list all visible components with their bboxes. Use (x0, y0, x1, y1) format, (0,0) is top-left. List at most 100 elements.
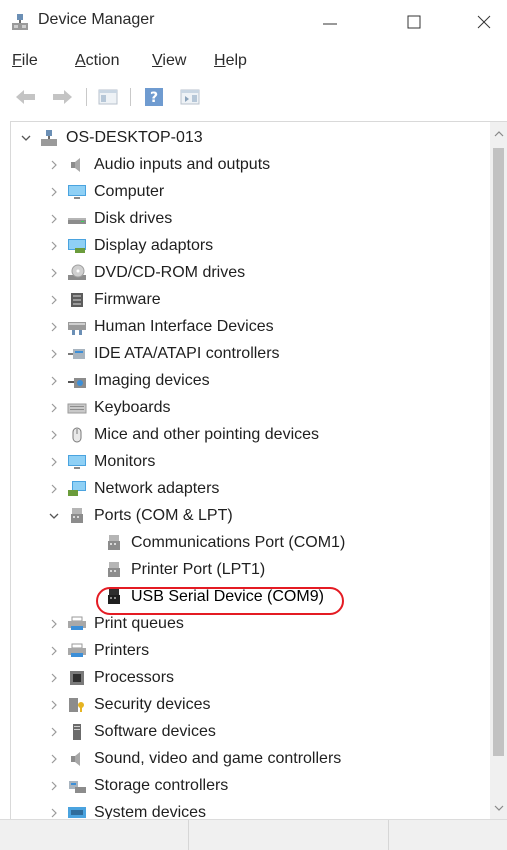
menu-file-accelerator: F (12, 52, 22, 69)
tree-category-item[interactable]: Display adaptors (47, 233, 213, 259)
tree-item-label: Security devices (94, 696, 211, 713)
port-icon (104, 533, 124, 553)
chevron-right-icon[interactable] (47, 287, 61, 313)
status-cell (188, 820, 389, 850)
system-device-icon (67, 803, 87, 820)
tree-category-item[interactable]: Computer (47, 179, 164, 205)
chevron-down-icon[interactable] (19, 125, 33, 151)
chevron-right-icon[interactable] (47, 179, 61, 205)
chevron-right-icon[interactable] (47, 800, 61, 820)
chevron-right-icon[interactable] (47, 341, 61, 367)
chevron-right-icon[interactable] (47, 206, 61, 232)
chevron-right-icon[interactable] (47, 665, 61, 691)
tree-item-label: Network adapters (94, 480, 220, 497)
menu-file-label: ile (21, 52, 38, 69)
chevron-right-icon[interactable] (47, 422, 61, 448)
tree-category-item[interactable]: Storage controllers (47, 773, 228, 799)
menu-view[interactable]: View (152, 52, 186, 70)
show-hide-console-tree-button[interactable] (96, 86, 120, 108)
tree-item-label: Keyboards (94, 399, 171, 416)
device-tree[interactable]: OS-DESKTOP-013 Audio inputs and outputs C… (10, 121, 507, 820)
chevron-right-icon[interactable] (47, 152, 61, 178)
scrollbar-thumb[interactable] (493, 148, 504, 756)
tree-category-item[interactable]: Human Interface Devices (47, 314, 274, 340)
device-manager-icon (10, 12, 30, 32)
tree-category-item[interactable]: Printers (47, 638, 149, 664)
tree-item-label: Firmware (94, 291, 161, 308)
properties-pane-button[interactable] (178, 86, 202, 108)
title-bar: Device Manager (0, 0, 507, 44)
tree-category-item[interactable]: Processors (47, 665, 174, 691)
minimize-button[interactable] (307, 0, 353, 44)
chevron-right-icon[interactable] (47, 746, 61, 772)
tree-category-item[interactable]: Network adapters (47, 476, 219, 502)
display-adapter-icon (67, 236, 87, 256)
chevron-right-icon[interactable] (47, 638, 61, 664)
menu-help[interactable]: Help (214, 52, 247, 70)
chevron-right-icon[interactable] (47, 449, 61, 475)
menu-file[interactable]: File (12, 52, 38, 70)
maximize-button[interactable] (391, 0, 437, 44)
tree-device-item[interactable]: Communications Port (COM1) (104, 530, 345, 556)
tree-category-item[interactable]: Audio inputs and outputs (47, 152, 270, 178)
vertical-scrollbar[interactable] (490, 122, 507, 820)
console-tree-icon (98, 89, 118, 105)
tree-item-label: Computer (94, 183, 165, 200)
toolbar-separator (86, 88, 87, 106)
chevron-right-icon[interactable] (47, 314, 61, 340)
processor-icon (67, 668, 87, 688)
speaker-icon (67, 749, 87, 769)
scroll-down-arrow-icon[interactable] (490, 798, 507, 818)
tree-item-label: DVD/CD-ROM drives (94, 264, 246, 281)
chevron-down-icon[interactable] (47, 503, 61, 529)
chevron-right-icon[interactable] (47, 368, 61, 394)
tree-category-item[interactable]: DVD/CD-ROM drives (47, 260, 245, 286)
tree-category-item[interactable]: IDE ATA/ATAPI controllers (47, 341, 280, 367)
mouse-icon (67, 425, 87, 445)
forward-button[interactable] (50, 86, 74, 108)
chevron-right-icon[interactable] (47, 476, 61, 502)
tree-category-item[interactable]: Mice and other pointing devices (47, 422, 319, 448)
dvd-drive-icon (67, 263, 87, 283)
tree-category-item[interactable]: Security devices (47, 692, 211, 718)
help-button[interactable]: ? (142, 86, 166, 108)
printer-icon (67, 614, 87, 634)
chevron-right-icon[interactable] (47, 719, 61, 745)
tree-category-item[interactable]: Disk drives (47, 206, 172, 232)
tree-category-item[interactable]: System devices (47, 800, 206, 820)
tree-item-label: Processors (94, 669, 175, 686)
tree-item-label: IDE ATA/ATAPI controllers (94, 345, 280, 362)
port-icon (67, 506, 87, 526)
monitor-icon (67, 452, 87, 472)
back-button[interactable] (14, 86, 38, 108)
help-question-icon: ? (145, 88, 163, 106)
menu-action[interactable]: Action (75, 52, 119, 70)
tree-device-item[interactable]: Printer Port (LPT1) (104, 557, 265, 583)
tree-category-item[interactable]: Keyboards (47, 395, 171, 421)
chevron-right-icon[interactable] (47, 773, 61, 799)
scroll-up-arrow-icon[interactable] (490, 124, 507, 144)
chevron-right-icon[interactable] (47, 692, 61, 718)
tree-category-item[interactable]: Ports (COM & LPT) (47, 503, 233, 529)
menu-bar: File Action View Help (0, 48, 507, 74)
computer-root-icon (39, 128, 59, 148)
tree-item-label: Human Interface Devices (94, 318, 274, 335)
chevron-right-icon[interactable] (47, 260, 61, 286)
chevron-right-icon[interactable] (47, 233, 61, 259)
tree-item-label: Imaging devices (94, 372, 210, 389)
close-button[interactable] (461, 0, 507, 44)
toolbar-separator (130, 88, 131, 106)
chevron-right-icon[interactable] (47, 611, 61, 637)
tree-category-item[interactable]: Firmware (47, 287, 161, 313)
forward-arrow-icon (53, 90, 72, 104)
tree-root[interactable]: OS-DESKTOP-013 (19, 125, 203, 151)
tree-item-label: Printer Port (LPT1) (131, 561, 266, 578)
chevron-right-icon[interactable] (47, 395, 61, 421)
tree-category-item[interactable]: Sound, video and game controllers (47, 746, 341, 772)
menu-view-accelerator: V (152, 52, 163, 69)
tree-category-item[interactable]: Imaging devices (47, 368, 210, 394)
tree-category-item[interactable]: Monitors (47, 449, 155, 475)
monitor-icon (67, 182, 87, 202)
tree-category-item[interactable]: Software devices (47, 719, 216, 745)
window-title: Device Manager (38, 11, 155, 28)
